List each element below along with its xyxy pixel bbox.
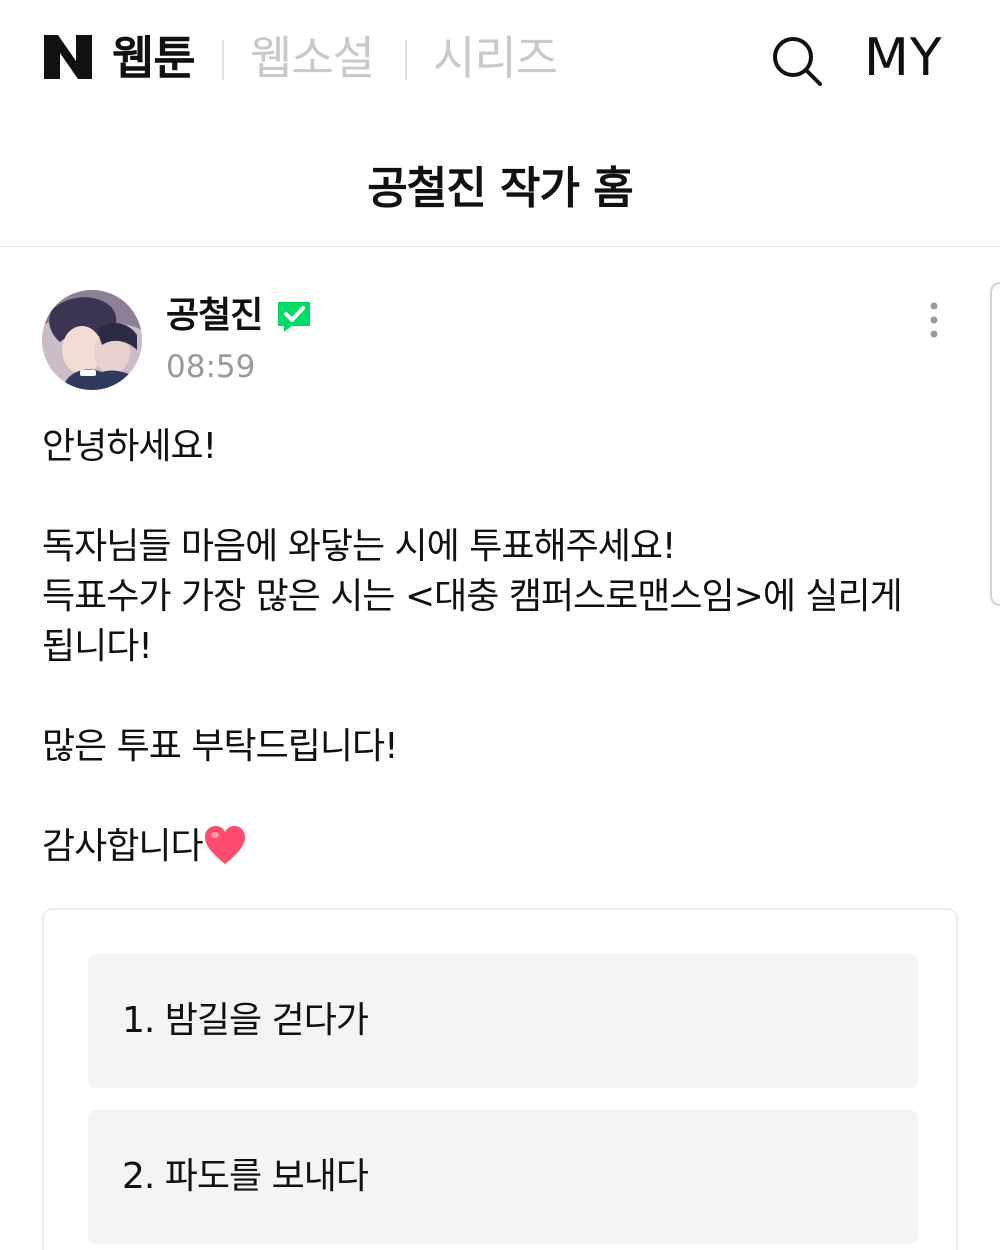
post-text-line: 독자님들 마음에 와닿는 시에 투표해주세요!: [42, 526, 676, 567]
title-divider: [0, 246, 1000, 247]
my-button[interactable]: MY: [864, 28, 943, 88]
tab-webnovel[interactable]: 웹소설: [250, 28, 375, 88]
nav-divider: [405, 40, 407, 80]
poll-container: 1. 밤길을 걷다가 2. 파도를 보내다: [42, 908, 958, 1250]
naver-logo[interactable]: [42, 33, 94, 81]
verified-check-icon: [276, 300, 312, 334]
post-text-line: 감사합니다: [42, 822, 942, 872]
scroll-indicator[interactable]: [990, 282, 1000, 606]
more-vertical-icon: [930, 302, 938, 338]
post-timestamp: 08:59: [166, 349, 256, 385]
heart-emoji-icon: [203, 824, 247, 866]
post-text-line: 많은 투표 부탁드립니다!: [42, 726, 399, 767]
author-avatar[interactable]: [42, 290, 142, 390]
avatar-illustration: [42, 290, 142, 390]
poll-option-label: 2. 파도를 보내다: [122, 1156, 369, 1197]
search-button[interactable]: [770, 34, 824, 88]
tab-series[interactable]: 시리즈: [433, 28, 558, 88]
more-options-button[interactable]: [920, 300, 948, 340]
page-title: 공철진 작가 홈: [367, 163, 634, 214]
post-text-line: 안녕하세요!: [42, 426, 217, 467]
poll-option-2[interactable]: 2. 파도를 보내다: [88, 1110, 918, 1244]
poll-option-label: 1. 밤길을 걷다가: [122, 1000, 369, 1041]
top-navigation: 웹툰 웹소설 시리즈 MY: [0, 0, 1000, 118]
post-text-line: 득표수가 가장 많은 시는 <대충 캠퍼스로맨스임>에 실리게: [42, 576, 903, 617]
author-home-page: 웹툰 웹소설 시리즈 MY 공철진 작가 홈 공철진 08:59 안녕하세요! …: [0, 0, 1000, 1250]
search-icon: [773, 37, 822, 86]
closing-text: 감사합니다: [42, 826, 204, 867]
nav-divider: [222, 40, 224, 80]
post-text-line: 됩니다!: [42, 626, 153, 667]
poll-option-1[interactable]: 1. 밤길을 걷다가: [88, 954, 918, 1088]
author-name[interactable]: 공철진: [166, 292, 263, 340]
post-content: 안녕하세요! 독자님들 마음에 와닿는 시에 투표해주세요! 득표수가 가장 많…: [42, 422, 942, 872]
tab-webtoon[interactable]: 웹툰: [112, 28, 196, 88]
naver-n-icon: [44, 35, 92, 79]
